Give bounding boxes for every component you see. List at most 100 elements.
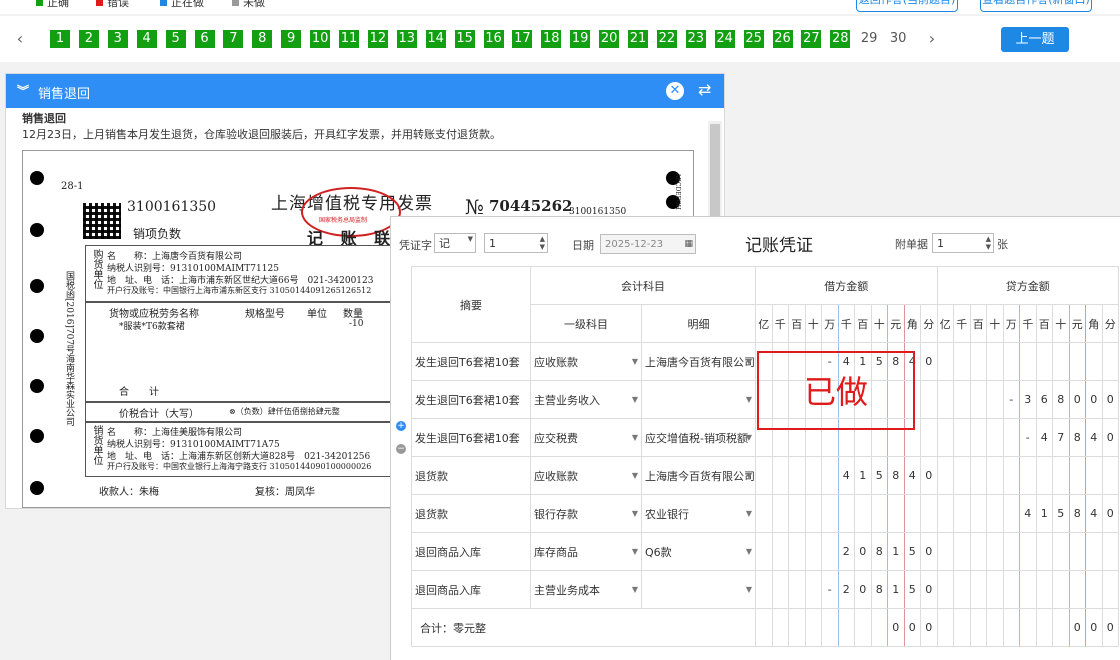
debit-digit-cell[interactable] bbox=[771, 532, 789, 571]
credit-digit-cell[interactable]: 8 bbox=[1068, 418, 1086, 457]
credit-digit-cell[interactable] bbox=[1035, 456, 1053, 495]
debit-digit-cell[interactable] bbox=[920, 494, 938, 533]
debit-digit-cell[interactable]: 5 bbox=[870, 456, 888, 495]
question-number-done[interactable]: 18 bbox=[541, 30, 562, 48]
debit-digit-cell[interactable] bbox=[804, 456, 822, 495]
debit-digit-cell[interactable] bbox=[887, 494, 905, 533]
question-number-done[interactable]: 2 bbox=[78, 30, 99, 48]
credit-digit-cell[interactable] bbox=[969, 418, 987, 457]
credit-digit-cell[interactable] bbox=[953, 456, 971, 495]
detail-select[interactable]: 应交增值税-销项税额 ▼ bbox=[641, 418, 756, 457]
summary-cell[interactable]: 退货款 bbox=[411, 494, 531, 533]
question-number-done[interactable]: 16 bbox=[483, 30, 504, 48]
credit-digit-cell[interactable] bbox=[1068, 342, 1086, 381]
credit-digit-cell[interactable] bbox=[1035, 342, 1053, 381]
credit-digit-cell[interactable] bbox=[1068, 570, 1086, 609]
debit-digit-cell[interactable]: 0 bbox=[920, 342, 938, 381]
debit-digit-cell[interactable] bbox=[903, 494, 921, 533]
credit-digit-cell[interactable] bbox=[986, 342, 1004, 381]
summary-cell[interactable]: 退货款 bbox=[411, 456, 531, 495]
debit-digit-cell[interactable]: 8 bbox=[887, 456, 905, 495]
debit-digit-cell[interactable] bbox=[788, 570, 806, 609]
debit-digit-cell[interactable] bbox=[821, 494, 839, 533]
credit-digit-cell[interactable] bbox=[986, 456, 1004, 495]
question-number-todo[interactable]: 30 bbox=[888, 30, 908, 48]
credit-digit-cell[interactable] bbox=[969, 570, 987, 609]
debit-digit-cell[interactable] bbox=[755, 456, 773, 495]
credit-digit-cell[interactable]: 4 bbox=[1035, 418, 1053, 457]
debit-digit-cell[interactable]: 0 bbox=[854, 570, 872, 609]
credit-digit-cell[interactable] bbox=[1052, 456, 1070, 495]
detail-select[interactable]: 上海唐今百货有限公司 ▼ bbox=[641, 456, 756, 495]
question-number-done[interactable]: 6 bbox=[194, 30, 215, 48]
debit-digit-cell[interactable] bbox=[771, 456, 789, 495]
debit-digit-cell[interactable]: 8 bbox=[870, 570, 888, 609]
stepper-icon[interactable]: ▲ ▼ bbox=[986, 235, 991, 251]
voucher-number-input[interactable]: 1 ▲ ▼ bbox=[484, 233, 548, 253]
credit-digit-cell[interactable] bbox=[1068, 532, 1086, 571]
question-number-done[interactable]: 5 bbox=[165, 30, 186, 48]
credit-digit-cell[interactable] bbox=[1085, 570, 1103, 609]
remove-row-icon[interactable]: − bbox=[396, 444, 406, 454]
credit-digit-cell[interactable] bbox=[1002, 532, 1020, 571]
question-number-done[interactable]: 25 bbox=[743, 30, 764, 48]
attachments-input[interactable]: 1 ▲ ▼ bbox=[932, 233, 994, 253]
credit-digit-cell[interactable] bbox=[969, 380, 987, 419]
credit-digit-cell[interactable] bbox=[1019, 532, 1037, 571]
question-number-done[interactable]: 14 bbox=[425, 30, 446, 48]
question-number-done[interactable]: 11 bbox=[339, 30, 359, 48]
question-number-done[interactable]: 19 bbox=[570, 30, 591, 48]
close-icon[interactable]: ✕ bbox=[666, 82, 684, 100]
question-number-done[interactable]: 12 bbox=[367, 30, 388, 48]
credit-digit-cell[interactable] bbox=[986, 570, 1004, 609]
credit-digit-cell[interactable] bbox=[1002, 570, 1020, 609]
credit-digit-cell[interactable] bbox=[1019, 570, 1037, 609]
credit-digit-cell[interactable] bbox=[986, 532, 1004, 571]
credit-digit-cell[interactable]: 0 bbox=[1101, 494, 1119, 533]
question-number-done[interactable]: 26 bbox=[772, 30, 793, 48]
credit-digit-cell[interactable] bbox=[953, 532, 971, 571]
debit-digit-cell[interactable] bbox=[771, 570, 789, 609]
question-number-done[interactable]: 27 bbox=[801, 30, 822, 48]
level1-select[interactable]: 应收账款 ▼ bbox=[530, 456, 642, 495]
debit-digit-cell[interactable]: 5 bbox=[903, 532, 921, 571]
voucher-date-input[interactable]: 2025-12-23 ▦ bbox=[600, 234, 696, 254]
return-answer-button[interactable]: 返回作答(当前题目) bbox=[856, 0, 958, 12]
credit-digit-cell[interactable]: 8 bbox=[1068, 494, 1086, 533]
debit-digit-cell[interactable] bbox=[755, 570, 773, 609]
debit-digit-cell[interactable] bbox=[870, 494, 888, 533]
question-number-done[interactable]: 9 bbox=[281, 30, 302, 48]
previous-question-button[interactable]: 上一题 bbox=[1001, 27, 1069, 52]
credit-digit-cell[interactable] bbox=[1101, 532, 1119, 571]
debit-digit-cell[interactable]: 0 bbox=[920, 456, 938, 495]
debit-digit-cell[interactable] bbox=[920, 380, 938, 419]
question-number-done[interactable]: 15 bbox=[454, 30, 475, 48]
level1-select[interactable]: 库存商品 ▼ bbox=[530, 532, 642, 571]
summary-cell[interactable]: 退回商品入库 bbox=[411, 570, 531, 609]
question-number-done[interactable]: 1 bbox=[50, 30, 70, 48]
credit-digit-cell[interactable] bbox=[1019, 456, 1037, 495]
credit-digit-cell[interactable] bbox=[986, 418, 1004, 457]
level1-select[interactable]: 主营业务收入 ▼ bbox=[530, 380, 642, 419]
credit-digit-cell[interactable] bbox=[953, 494, 971, 533]
question-number-done[interactable]: 8 bbox=[252, 30, 273, 48]
credit-digit-cell[interactable] bbox=[1002, 456, 1020, 495]
credit-digit-cell[interactable] bbox=[953, 380, 971, 419]
credit-digit-cell[interactable] bbox=[1085, 456, 1103, 495]
credit-digit-cell[interactable]: - bbox=[1019, 418, 1037, 457]
credit-digit-cell[interactable] bbox=[1101, 342, 1119, 381]
debit-digit-cell[interactable] bbox=[837, 494, 855, 533]
question-number-done[interactable]: 3 bbox=[107, 30, 128, 48]
summary-cell[interactable]: 发生退回T6套裙10套 bbox=[411, 380, 531, 419]
stepper-icon[interactable]: ▲ ▼ bbox=[540, 235, 545, 251]
debit-digit-cell[interactable] bbox=[920, 418, 938, 457]
credit-digit-cell[interactable]: 7 bbox=[1052, 418, 1070, 457]
credit-digit-cell[interactable] bbox=[1052, 570, 1070, 609]
credit-digit-cell[interactable]: 8 bbox=[1052, 380, 1070, 419]
voucher-word-select[interactable]: 记 ▼ bbox=[434, 233, 476, 253]
credit-digit-cell[interactable] bbox=[1101, 456, 1119, 495]
credit-digit-cell[interactable]: 5 bbox=[1052, 494, 1070, 533]
debit-digit-cell[interactable] bbox=[804, 532, 822, 571]
credit-digit-cell[interactable]: 4 bbox=[1085, 494, 1103, 533]
swap-icon[interactable]: ⇄ bbox=[698, 80, 711, 99]
